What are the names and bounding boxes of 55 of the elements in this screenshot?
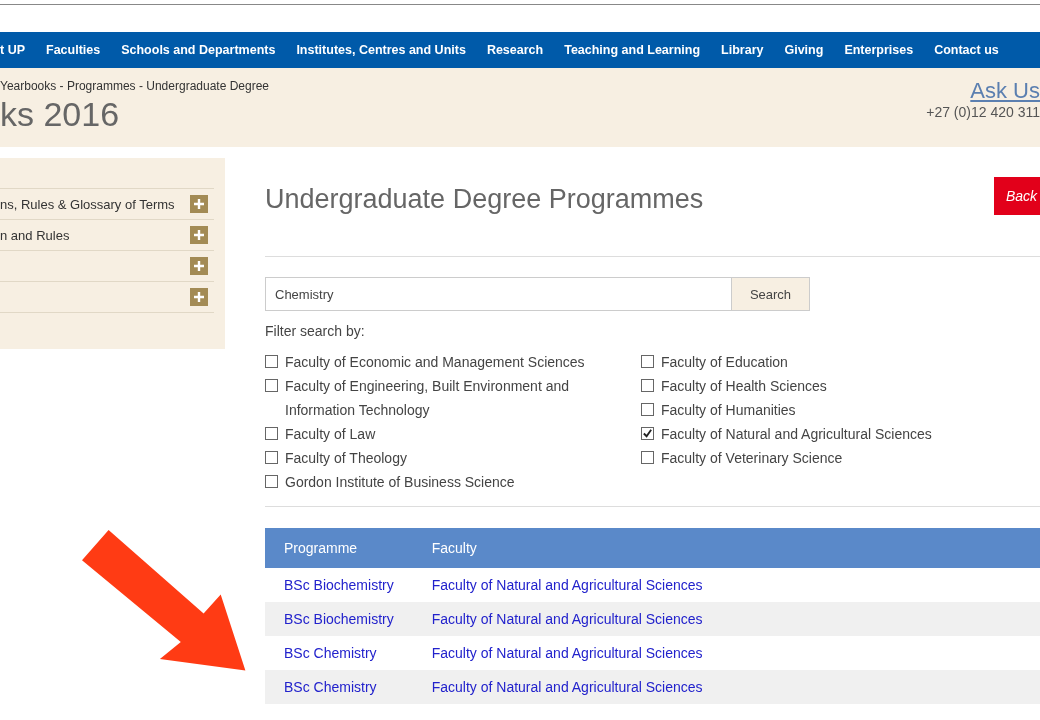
filter-label: Faculty of Natural and Agricultural Sciences — [661, 425, 932, 444]
phone-number: +27 (0)12 420 311 — [926, 104, 1040, 120]
table-link[interactable]: Faculty of Natural and Agricultural Sciences — [431, 611, 703, 627]
table-link[interactable]: BSc Biochemistry — [284, 611, 394, 627]
checkbox[interactable] — [265, 451, 278, 464]
breadcrumb: Yearbooks - Programmes - Undergraduate Degree — [0, 79, 270, 93]
nav-link[interactable]: t UP — [0, 43, 25, 57]
filter-label: Faculty of Engineering, Built Environment and Information Technology — [285, 377, 571, 420]
expand-icon[interactable] — [190, 226, 208, 244]
expand-icon[interactable] — [190, 257, 208, 275]
search-field[interactable]: Chemistry — [265, 277, 732, 311]
filter-label: Faculty of Law — [285, 425, 376, 444]
filter-label: Faculty of Veterinary Science — [661, 449, 843, 468]
column-header: Programme — [265, 528, 413, 568]
expand-icon[interactable] — [190, 195, 208, 213]
nav-link[interactable]: Library — [721, 43, 764, 57]
filter-label: Faculty of Theology — [285, 449, 407, 468]
filter-label: Gordon Institute of Business Science — [285, 473, 515, 492]
checkbox[interactable] — [641, 379, 654, 392]
nav-link[interactable]: Schools and Departments — [121, 43, 276, 57]
sidebar-item[interactable]: n and Rules — [0, 227, 70, 243]
nav-link[interactable]: Enterprises — [844, 43, 914, 57]
page-title: ks 2016 — [0, 95, 121, 134]
filter-label: Faculty of Education — [661, 353, 788, 372]
search-button[interactable]: Search — [732, 277, 810, 311]
filter-label: Filter search by: — [265, 323, 366, 339]
filter-label: Faculty of Humanities — [661, 401, 796, 420]
table-link[interactable]: Faculty of Natural and Agricultural Sciences — [431, 645, 703, 661]
nav-link[interactable]: Contact us — [934, 43, 999, 57]
checkbox[interactable] — [265, 427, 278, 440]
table-link[interactable]: BSc Chemistry — [284, 645, 377, 661]
checkbox[interactable] — [641, 451, 654, 464]
back-button[interactable]: Back — [993, 177, 1040, 215]
checkbox[interactable] — [265, 475, 278, 488]
nav-link[interactable]: Teaching and Learning — [564, 43, 701, 57]
sidebar-item[interactable]: ns, Rules & Glossary of Terms — [0, 196, 175, 212]
table-link[interactable]: Faculty of Natural and Agricultural Sciences — [431, 679, 703, 695]
expand-icon[interactable] — [190, 288, 208, 306]
filter-label: Faculty of Economic and Management Sciences — [285, 353, 585, 372]
checkbox[interactable] — [641, 355, 654, 368]
filter-label: Faculty of Health Sciences — [661, 377, 827, 396]
nav-link[interactable]: Giving — [784, 43, 824, 57]
column-header: Faculty — [412, 528, 722, 568]
nav-link[interactable]: Research — [486, 43, 544, 57]
checkbox[interactable] — [265, 355, 278, 368]
checkbox[interactable] — [265, 379, 278, 392]
page-heading: Undergraduate Degree Programmes — [265, 184, 704, 215]
nav-link[interactable]: Faculties — [46, 43, 101, 57]
nav-link[interactable]: Institutes, Centres and Units — [296, 43, 466, 57]
checkbox[interactable] — [641, 403, 654, 416]
table-link[interactable]: BSc Biochemistry — [284, 577, 394, 593]
table-link[interactable]: Faculty of Natural and Agricultural Sciences — [431, 577, 703, 593]
checkbox[interactable] — [641, 427, 654, 440]
table-link[interactable]: BSc Chemistry — [284, 679, 377, 695]
ask-us-link[interactable]: Ask Us — [970, 78, 1040, 104]
